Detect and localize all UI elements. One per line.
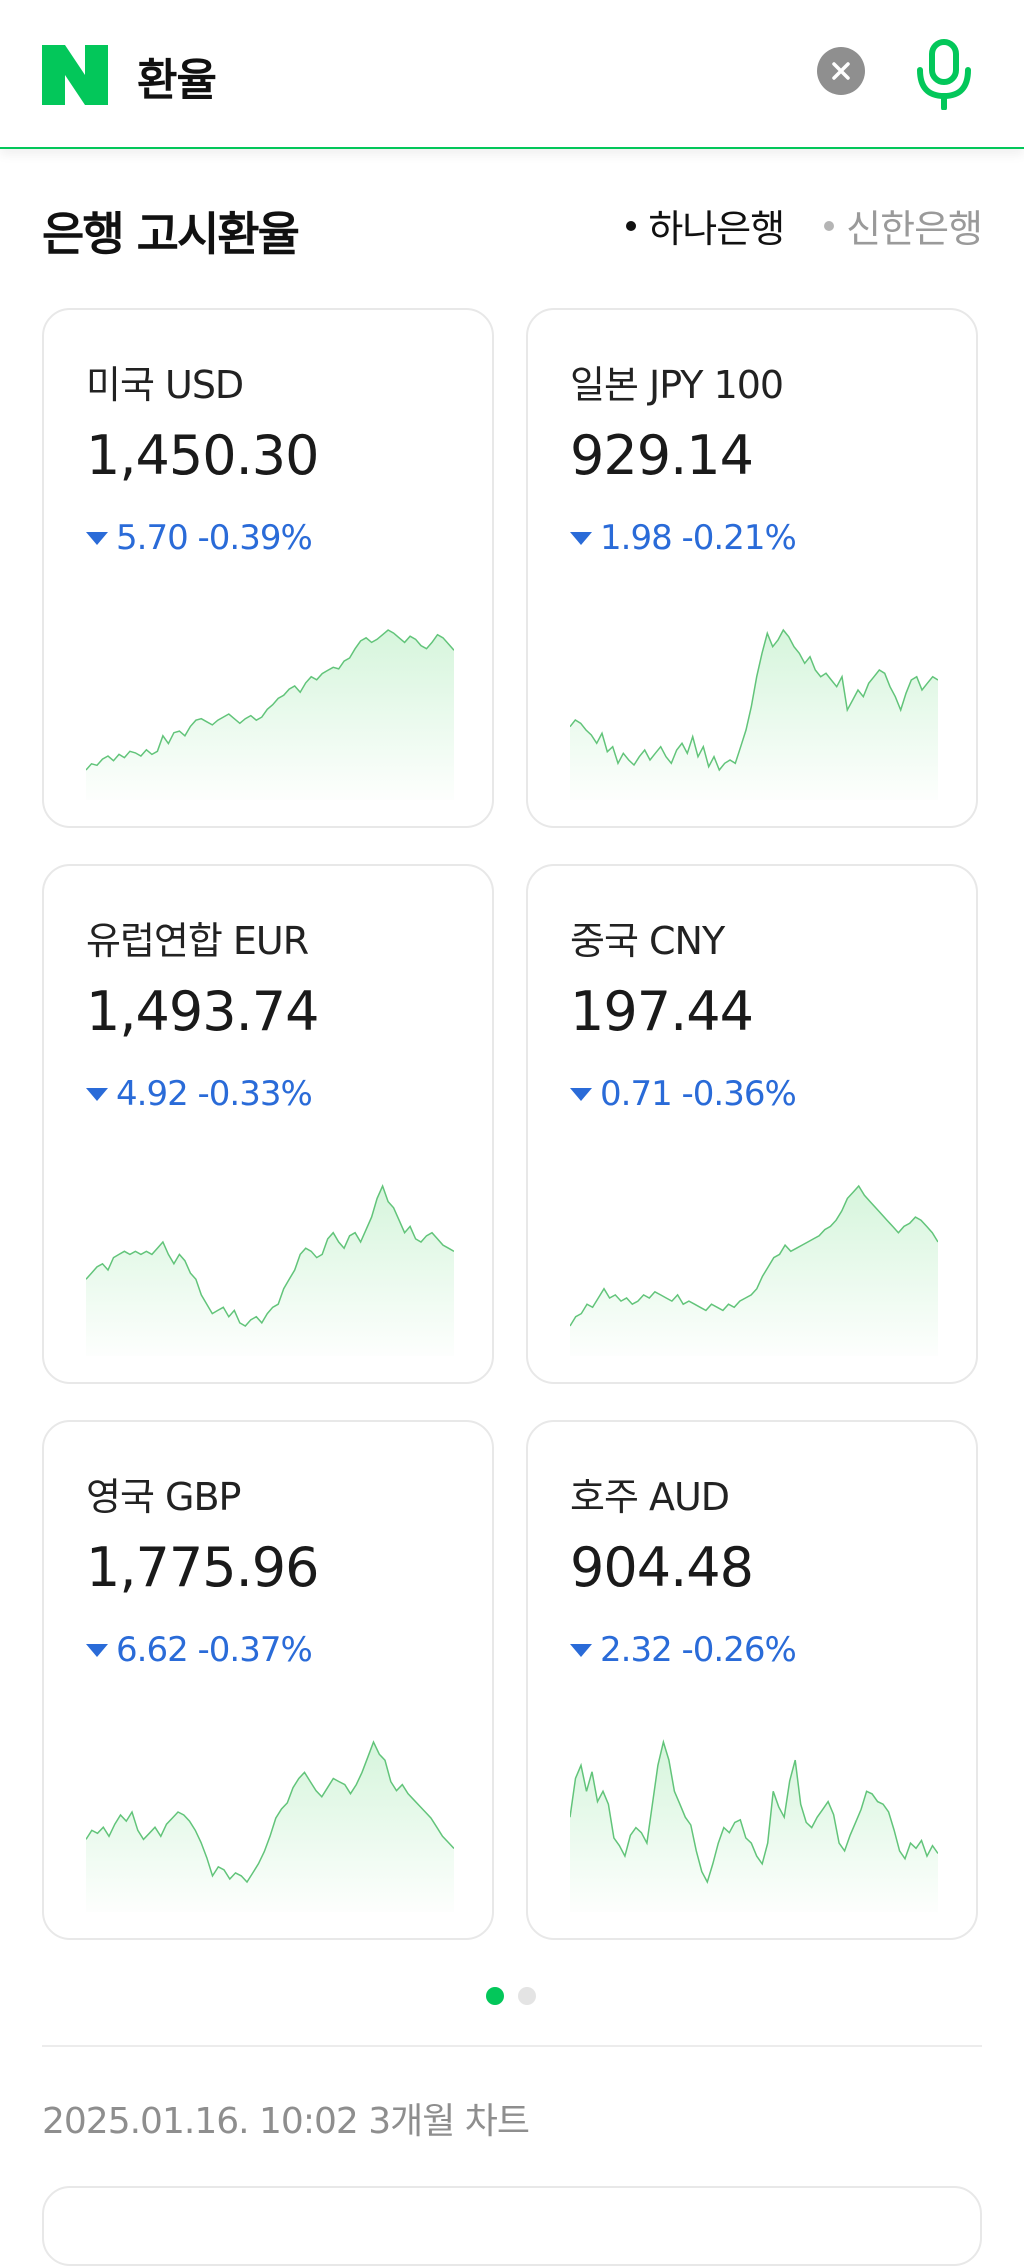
currency-name: 유럽연합 EUR [86,919,309,963]
rate-change-text: 0.71 -0.36% [600,1074,797,1114]
sparkline-area [86,630,454,800]
sparkline-area [570,630,938,800]
bullet-icon [824,220,835,231]
triangle-down-icon [570,1643,592,1657]
triangle-down-icon [86,1087,108,1101]
currency-name: 영국 GBP [86,1475,241,1519]
exchange-rate-value: 1,775.96 [86,1536,319,1599]
currency-name: 일본 JPY 100 [570,363,784,407]
currency-name: 호주 AUD [570,1475,730,1519]
tab-shinhan-bank[interactable]: 신한은행 [824,198,983,253]
section-title: 은행 고시환율 [42,207,300,261]
rate-change: 1.98 -0.21% [570,518,797,558]
tab-label: 신한은행 [846,207,983,251]
exchange-rate-value: 929.14 [570,424,754,487]
rate-change: 5.70 -0.39% [86,518,313,558]
close-icon [832,62,850,80]
naver-n-icon[interactable] [42,45,108,105]
exchange-rate-value: 1,493.74 [86,980,319,1043]
rate-change-text: 2.32 -0.26% [600,1630,797,1670]
sparkline-area [86,1186,454,1356]
sparkline-area [570,1186,938,1356]
sparkline-chart [86,1740,454,1912]
rate-card-gbp[interactable]: 영국 GBP 1,775.96 6.62 -0.37% [42,1420,494,1940]
page-dot[interactable] [518,1987,536,2005]
rate-change-text: 6.62 -0.37% [116,1630,313,1670]
rate-change-text: 5.70 -0.39% [116,518,313,558]
rate-change: 2.32 -0.26% [570,1630,797,1670]
bank-tabs: 하나은행 신한은행 [626,198,983,253]
rate-change: 4.92 -0.33% [86,1074,313,1114]
rate-change: 0.71 -0.36% [570,1074,797,1114]
triangle-down-icon [570,531,592,545]
clear-search-button[interactable] [817,47,865,95]
tab-label: 하나은행 [648,207,785,251]
divider [42,2045,982,2047]
exchange-rate-value: 904.48 [570,1536,754,1599]
triangle-down-icon [86,531,108,545]
rate-card-eur[interactable]: 유럽연합 EUR 1,493.74 4.92 -0.33% [42,864,494,1384]
page-dot-active[interactable] [486,1987,504,2005]
exchange-rate-value: 197.44 [570,980,754,1043]
rate-card-jpy[interactable]: 일본 JPY 100 929.14 1.98 -0.21% [526,308,978,828]
sparkline-chart [86,629,454,800]
sparkline-chart [86,1183,454,1356]
next-section-card [42,2186,982,2266]
search-query-text[interactable]: 환율 [137,44,217,108]
sparkline-chart [570,628,938,800]
triangle-down-icon [570,1087,592,1101]
sparkline-area [570,1742,938,1912]
rate-change-text: 1.98 -0.21% [600,518,797,558]
bullet-icon [626,220,637,231]
exchange-rate-value: 1,450.30 [86,424,319,487]
update-timestamp: 2025.01.16. 10:02 3개월 차트 [42,2101,530,2142]
rate-card-aud[interactable]: 호주 AUD 904.48 2.32 -0.26% [526,1420,978,1940]
rate-card-usd[interactable]: 미국 USD 1,450.30 5.70 -0.39% [42,308,494,828]
currency-name: 중국 CNY [570,919,725,963]
rate-change-text: 4.92 -0.33% [116,1074,313,1114]
microphone-icon[interactable] [914,38,974,110]
exchange-rate-header: 은행 고시환율 하나은행 신한은행 [42,198,983,261]
sparkline-chart [570,1739,938,1912]
currency-name: 미국 USD [86,363,244,407]
sparkline-chart [570,1184,938,1356]
rate-change: 6.62 -0.37% [86,1630,313,1670]
sparkline-area [86,1742,454,1912]
tab-hana-bank[interactable]: 하나은행 [626,198,785,253]
rate-card-cny[interactable]: 중국 CNY 197.44 0.71 -0.36% [526,864,978,1384]
triangle-down-icon [86,1643,108,1657]
search-bar: 환율 [0,0,1024,149]
page-indicator [486,1987,536,2005]
